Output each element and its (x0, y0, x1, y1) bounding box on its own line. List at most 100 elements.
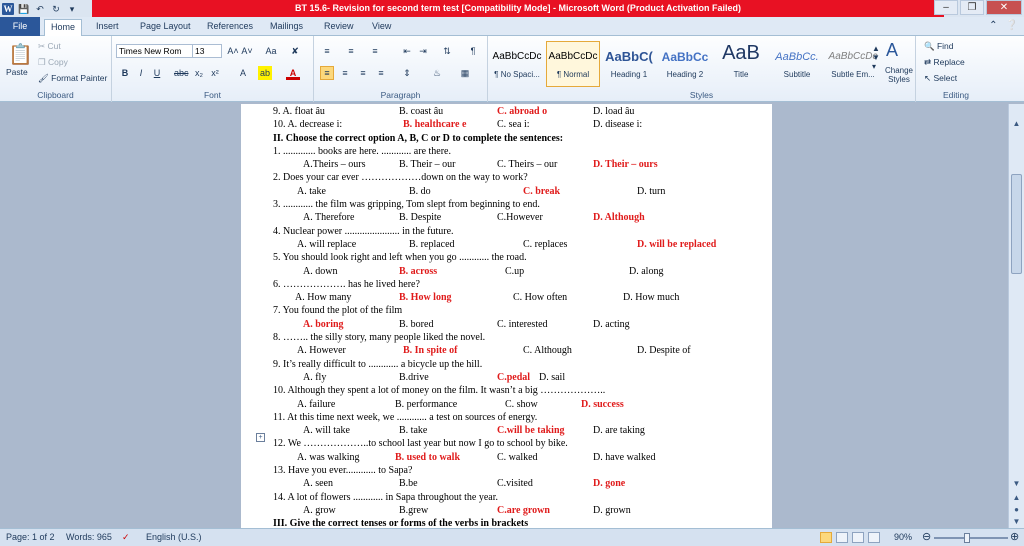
minimize-ribbon-icon[interactable]: ⌃ (989, 20, 997, 31)
style-heading-2[interactable]: AaBbCc Heading 2 (658, 41, 712, 87)
document-page[interactable]: 9. A. float âu B. coast âu C. abroad o D… (241, 104, 772, 528)
ribbon-tabs: File Home Insert Page Layout References … (0, 17, 1024, 36)
grow-font-icon[interactable]: A˄ (226, 44, 240, 58)
word-icon[interactable]: W (2, 2, 14, 15)
superscript-icon[interactable]: x² (208, 66, 222, 80)
font-name-combo[interactable]: Times New Rom (116, 44, 194, 58)
tab-home[interactable]: Home (44, 19, 83, 36)
zoom-slider[interactable] (934, 533, 1008, 543)
zoom-slider-handle[interactable] (964, 533, 970, 543)
undo-icon[interactable]: ↶ (34, 3, 46, 15)
maximize-icon[interactable]: ❐ (960, 0, 984, 15)
change-styles-button[interactable]: Change Styles (882, 66, 916, 84)
copy-button[interactable]: ❐ Copy (38, 57, 68, 68)
options-row: A. will replace B. replaced C. replaces … (297, 238, 717, 250)
scroll-down-icon[interactable]: ▼ (1009, 478, 1024, 490)
redo-icon[interactable]: ↻ (50, 3, 62, 15)
zoom-in-icon[interactable]: ⊕ (1010, 530, 1019, 543)
document-body: 9. A. float âu B. coast âu C. abroad o D… (241, 106, 772, 528)
question: 9. It’s really difficult to ............… (273, 358, 483, 370)
minimize-icon[interactable]: – (934, 0, 958, 15)
outline-view-icon[interactable] (868, 532, 880, 543)
vertical-scrollbar[interactable]: ▲ ▼ ▲ ● ▼ (1008, 104, 1024, 528)
save-icon[interactable]: 💾 (18, 3, 30, 15)
next-page-icon[interactable]: ▼ (1009, 516, 1024, 528)
multilevel-list-icon[interactable]: ≡ (368, 44, 382, 58)
style-title[interactable]: AaB Title (714, 41, 768, 87)
font-group: Times New Rom 13 A˄ A˅ Aa ✘ B I U abc x₂… (112, 36, 314, 102)
decrease-indent-icon[interactable]: ⇤ (400, 44, 414, 58)
scroll-thumb[interactable] (1011, 174, 1022, 274)
cut-button[interactable]: ✂ Cut (38, 41, 61, 52)
tab-review[interactable]: Review (318, 19, 360, 36)
customize-icon[interactable]: ▾ (66, 3, 78, 15)
increase-indent-icon[interactable]: ⇥ (416, 44, 430, 58)
change-styles-icon[interactable]: A (886, 40, 898, 61)
language-indicator[interactable]: English (U.S.) (146, 532, 202, 542)
sort-icon[interactable]: ⇅ (440, 44, 454, 58)
subscript-icon[interactable]: x₂ (192, 66, 206, 80)
style-normal[interactable]: AaBbCcDc ¶ Normal (546, 41, 600, 87)
tab-references[interactable]: References (201, 19, 259, 36)
borders-icon[interactable]: ▦ (458, 66, 472, 80)
zoom-level[interactable]: 90% (894, 532, 912, 542)
highlight-icon[interactable]: ab (258, 66, 272, 80)
justify-icon[interactable]: ≡ (374, 66, 388, 80)
tab-insert[interactable]: Insert (90, 19, 125, 36)
text-effects-icon[interactable]: A (236, 66, 250, 80)
word-count[interactable]: Words: 965 (66, 532, 112, 542)
font-color-icon[interactable]: A (286, 66, 300, 80)
format-painter-button[interactable]: 🖌 Format Painter (38, 73, 107, 84)
clear-formatting-icon[interactable]: ✘ (288, 44, 302, 58)
style-subtitle[interactable]: AaBbCc. Subtitle (770, 41, 824, 87)
question: 11. At this time next week, we .........… (273, 411, 538, 423)
options-row: A. Therefore B. Despite C.However D. Alt… (303, 212, 645, 224)
shading-icon[interactable]: ♨ (430, 66, 444, 80)
align-right-icon[interactable]: ≡ (356, 66, 370, 80)
styles-scroll-icon[interactable]: ▲ ▼ ▾ (872, 44, 880, 71)
zoom-out-icon[interactable]: ⊖ (922, 530, 931, 543)
select-button[interactable]: ↖ Select (924, 73, 957, 84)
styles-group-label: Styles (689, 90, 714, 100)
style-heading-1[interactable]: AaBbC( Heading 1 (602, 41, 656, 87)
line-spacing-icon[interactable]: ⇕ (400, 66, 414, 80)
italic-icon[interactable]: I (134, 66, 148, 80)
paste-icon[interactable]: 📋 (8, 42, 33, 67)
browse-object-icon[interactable]: ● (1009, 504, 1024, 516)
replace-button[interactable]: ⇄ Replace (924, 57, 965, 68)
bold-icon[interactable]: B (118, 66, 132, 80)
strikethrough-icon[interactable]: abc (174, 66, 189, 80)
shrink-font-icon[interactable]: A˅ (240, 44, 254, 58)
underline-icon[interactable]: U (150, 66, 164, 80)
close-icon[interactable]: ✕ (986, 0, 1022, 15)
tab-view[interactable]: View (366, 19, 397, 36)
show-marks-icon[interactable]: ¶ (466, 44, 480, 58)
editing-group-label: Editing (943, 90, 969, 100)
question: 14. A lot of flowers ............ in Sap… (273, 491, 498, 503)
numbering-icon[interactable]: ≡ (344, 44, 358, 58)
table-move-handle-icon[interactable]: + (256, 433, 265, 442)
scroll-up-icon[interactable]: ▲ (1009, 118, 1024, 130)
paste-button[interactable]: Paste (6, 67, 28, 77)
style-no-spacing[interactable]: AaBbCcDc ¶ No Spaci... (490, 41, 544, 87)
web-layout-view-icon[interactable] (852, 532, 864, 543)
align-center-icon[interactable]: ≡ (338, 66, 352, 80)
options-row: A. down B. across C.up D. along (303, 265, 664, 277)
proofing-icon[interactable]: ✓ (122, 532, 130, 543)
tab-page-layout[interactable]: Page Layout (134, 19, 197, 36)
print-layout-view-icon[interactable] (820, 532, 832, 543)
previous-page-icon[interactable]: ▲ (1009, 492, 1024, 504)
bullets-icon[interactable]: ≡ (320, 44, 334, 58)
align-left-icon[interactable]: ≡ (320, 66, 334, 80)
change-case-icon[interactable]: Aa (264, 44, 278, 58)
question: 4. Nuclear power ...................... … (273, 225, 454, 237)
clipboard-group-label: Clipboard (37, 90, 74, 100)
status-bar: Page: 1 of 2 Words: 965 ✓ English (U.S.)… (0, 528, 1024, 546)
tab-file[interactable]: File (0, 17, 40, 36)
help-icon[interactable]: ❔ (1006, 20, 1018, 31)
font-size-combo[interactable]: 13 (192, 44, 222, 58)
find-button[interactable]: 🔍 Find (924, 41, 954, 52)
full-screen-view-icon[interactable] (836, 532, 848, 543)
tab-mailings[interactable]: Mailings (264, 19, 309, 36)
page-count[interactable]: Page: 1 of 2 (6, 532, 55, 542)
